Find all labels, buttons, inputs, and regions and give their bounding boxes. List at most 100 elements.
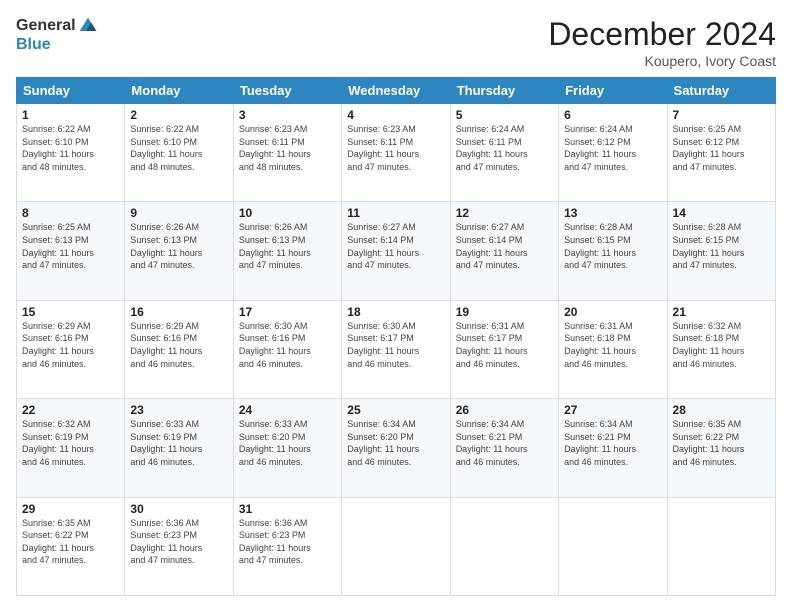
day-info: Sunrise: 6:33 AM Sunset: 6:20 PM Dayligh… [239, 418, 336, 468]
day-number: 15 [22, 305, 119, 319]
calendar-cell [559, 497, 667, 595]
calendar-cell: 27Sunrise: 6:34 AM Sunset: 6:21 PM Dayli… [559, 399, 667, 497]
calendar-cell: 17Sunrise: 6:30 AM Sunset: 6:16 PM Dayli… [233, 300, 341, 398]
day-info: Sunrise: 6:34 AM Sunset: 6:21 PM Dayligh… [456, 418, 553, 468]
logo-icon [78, 16, 98, 36]
calendar-cell: 10Sunrise: 6:26 AM Sunset: 6:13 PM Dayli… [233, 202, 341, 300]
day-number: 14 [673, 206, 770, 220]
calendar-table: SundayMondayTuesdayWednesdayThursdayFrid… [16, 77, 776, 596]
calendar-cell [342, 497, 450, 595]
day-info: Sunrise: 6:27 AM Sunset: 6:14 PM Dayligh… [456, 221, 553, 271]
weekday-header-thursday: Thursday [450, 78, 558, 104]
calendar-cell: 16Sunrise: 6:29 AM Sunset: 6:16 PM Dayli… [125, 300, 233, 398]
day-info: Sunrise: 6:33 AM Sunset: 6:19 PM Dayligh… [130, 418, 227, 468]
day-number: 17 [239, 305, 336, 319]
day-info: Sunrise: 6:31 AM Sunset: 6:17 PM Dayligh… [456, 320, 553, 370]
calendar-cell: 21Sunrise: 6:32 AM Sunset: 6:18 PM Dayli… [667, 300, 775, 398]
weekday-header-friday: Friday [559, 78, 667, 104]
day-number: 5 [456, 108, 553, 122]
day-number: 10 [239, 206, 336, 220]
calendar-cell: 1Sunrise: 6:22 AM Sunset: 6:10 PM Daylig… [17, 104, 125, 202]
day-info: Sunrise: 6:22 AM Sunset: 6:10 PM Dayligh… [22, 123, 119, 173]
day-number: 16 [130, 305, 227, 319]
day-info: Sunrise: 6:34 AM Sunset: 6:21 PM Dayligh… [564, 418, 661, 468]
day-number: 13 [564, 206, 661, 220]
month-title: December 2024 [548, 16, 776, 53]
day-info: Sunrise: 6:25 AM Sunset: 6:12 PM Dayligh… [673, 123, 770, 173]
day-number: 26 [456, 403, 553, 417]
day-info: Sunrise: 6:25 AM Sunset: 6:13 PM Dayligh… [22, 221, 119, 271]
day-number: 3 [239, 108, 336, 122]
calendar-cell: 31Sunrise: 6:36 AM Sunset: 6:23 PM Dayli… [233, 497, 341, 595]
day-info: Sunrise: 6:34 AM Sunset: 6:20 PM Dayligh… [347, 418, 444, 468]
day-info: Sunrise: 6:36 AM Sunset: 6:23 PM Dayligh… [239, 517, 336, 567]
week-row-5: 29Sunrise: 6:35 AM Sunset: 6:22 PM Dayli… [17, 497, 776, 595]
calendar-cell: 8Sunrise: 6:25 AM Sunset: 6:13 PM Daylig… [17, 202, 125, 300]
calendar-page: General Blue December 2024 Koupero, Ivor… [0, 0, 792, 612]
calendar-cell: 20Sunrise: 6:31 AM Sunset: 6:18 PM Dayli… [559, 300, 667, 398]
day-number: 20 [564, 305, 661, 319]
day-info: Sunrise: 6:26 AM Sunset: 6:13 PM Dayligh… [130, 221, 227, 271]
calendar-cell [450, 497, 558, 595]
day-info: Sunrise: 6:32 AM Sunset: 6:18 PM Dayligh… [673, 320, 770, 370]
day-info: Sunrise: 6:28 AM Sunset: 6:15 PM Dayligh… [564, 221, 661, 271]
day-number: 8 [22, 206, 119, 220]
day-info: Sunrise: 6:29 AM Sunset: 6:16 PM Dayligh… [22, 320, 119, 370]
day-number: 2 [130, 108, 227, 122]
day-number: 23 [130, 403, 227, 417]
day-number: 7 [673, 108, 770, 122]
calendar-cell [667, 497, 775, 595]
weekday-header-tuesday: Tuesday [233, 78, 341, 104]
calendar-cell: 29Sunrise: 6:35 AM Sunset: 6:22 PM Dayli… [17, 497, 125, 595]
logo-blue-text: Blue [16, 36, 98, 54]
day-info: Sunrise: 6:31 AM Sunset: 6:18 PM Dayligh… [564, 320, 661, 370]
logo: General Blue [16, 16, 98, 54]
calendar-cell: 14Sunrise: 6:28 AM Sunset: 6:15 PM Dayli… [667, 202, 775, 300]
day-number: 21 [673, 305, 770, 319]
day-number: 18 [347, 305, 444, 319]
week-row-4: 22Sunrise: 6:32 AM Sunset: 6:19 PM Dayli… [17, 399, 776, 497]
calendar-cell: 30Sunrise: 6:36 AM Sunset: 6:23 PM Dayli… [125, 497, 233, 595]
calendar-cell: 28Sunrise: 6:35 AM Sunset: 6:22 PM Dayli… [667, 399, 775, 497]
day-number: 27 [564, 403, 661, 417]
logo-general-text: General [16, 17, 76, 35]
day-number: 25 [347, 403, 444, 417]
day-info: Sunrise: 6:35 AM Sunset: 6:22 PM Dayligh… [673, 418, 770, 468]
day-number: 31 [239, 502, 336, 516]
calendar-cell: 13Sunrise: 6:28 AM Sunset: 6:15 PM Dayli… [559, 202, 667, 300]
day-info: Sunrise: 6:26 AM Sunset: 6:13 PM Dayligh… [239, 221, 336, 271]
week-row-2: 8Sunrise: 6:25 AM Sunset: 6:13 PM Daylig… [17, 202, 776, 300]
calendar-cell: 11Sunrise: 6:27 AM Sunset: 6:14 PM Dayli… [342, 202, 450, 300]
day-info: Sunrise: 6:23 AM Sunset: 6:11 PM Dayligh… [239, 123, 336, 173]
calendar-cell: 7Sunrise: 6:25 AM Sunset: 6:12 PM Daylig… [667, 104, 775, 202]
day-number: 4 [347, 108, 444, 122]
day-info: Sunrise: 6:29 AM Sunset: 6:16 PM Dayligh… [130, 320, 227, 370]
weekday-header-wednesday: Wednesday [342, 78, 450, 104]
calendar-cell: 4Sunrise: 6:23 AM Sunset: 6:11 PM Daylig… [342, 104, 450, 202]
day-number: 30 [130, 502, 227, 516]
week-row-3: 15Sunrise: 6:29 AM Sunset: 6:16 PM Dayli… [17, 300, 776, 398]
weekday-header-sunday: Sunday [17, 78, 125, 104]
weekday-header-row: SundayMondayTuesdayWednesdayThursdayFrid… [17, 78, 776, 104]
calendar-cell: 25Sunrise: 6:34 AM Sunset: 6:20 PM Dayli… [342, 399, 450, 497]
calendar-cell: 26Sunrise: 6:34 AM Sunset: 6:21 PM Dayli… [450, 399, 558, 497]
calendar-cell: 22Sunrise: 6:32 AM Sunset: 6:19 PM Dayli… [17, 399, 125, 497]
day-number: 12 [456, 206, 553, 220]
calendar-cell: 18Sunrise: 6:30 AM Sunset: 6:17 PM Dayli… [342, 300, 450, 398]
location: Koupero, Ivory Coast [548, 53, 776, 69]
day-number: 24 [239, 403, 336, 417]
day-info: Sunrise: 6:22 AM Sunset: 6:10 PM Dayligh… [130, 123, 227, 173]
day-number: 29 [22, 502, 119, 516]
header: General Blue December 2024 Koupero, Ivor… [16, 16, 776, 69]
week-row-1: 1Sunrise: 6:22 AM Sunset: 6:10 PM Daylig… [17, 104, 776, 202]
day-info: Sunrise: 6:23 AM Sunset: 6:11 PM Dayligh… [347, 123, 444, 173]
calendar-cell: 3Sunrise: 6:23 AM Sunset: 6:11 PM Daylig… [233, 104, 341, 202]
calendar-cell: 6Sunrise: 6:24 AM Sunset: 6:12 PM Daylig… [559, 104, 667, 202]
calendar-cell: 24Sunrise: 6:33 AM Sunset: 6:20 PM Dayli… [233, 399, 341, 497]
calendar-cell: 23Sunrise: 6:33 AM Sunset: 6:19 PM Dayli… [125, 399, 233, 497]
calendar-cell: 5Sunrise: 6:24 AM Sunset: 6:11 PM Daylig… [450, 104, 558, 202]
calendar-cell: 15Sunrise: 6:29 AM Sunset: 6:16 PM Dayli… [17, 300, 125, 398]
day-info: Sunrise: 6:30 AM Sunset: 6:16 PM Dayligh… [239, 320, 336, 370]
calendar-cell: 19Sunrise: 6:31 AM Sunset: 6:17 PM Dayli… [450, 300, 558, 398]
day-info: Sunrise: 6:24 AM Sunset: 6:12 PM Dayligh… [564, 123, 661, 173]
